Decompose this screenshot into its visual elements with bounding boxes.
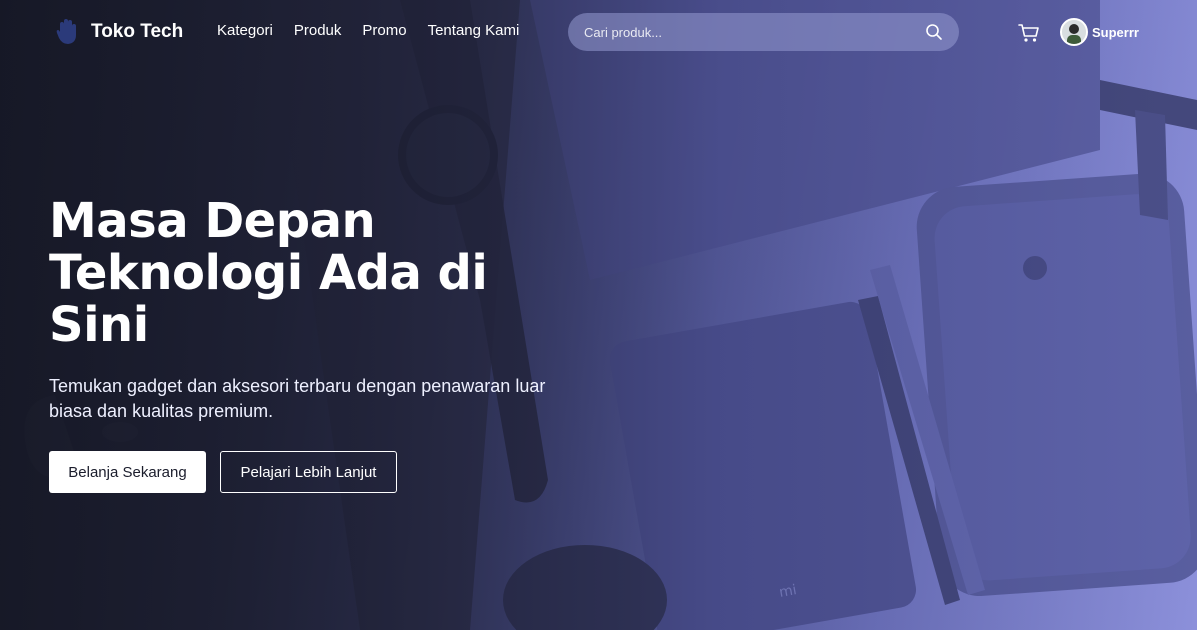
search-bar — [568, 13, 959, 51]
nav-link-kategori[interactable]: Kategori — [217, 22, 273, 39]
nav-link-produk[interactable]: Produk — [294, 22, 342, 39]
username: Superrr — [1092, 24, 1139, 40]
nav-links: Kategori Produk Promo Tentang Kami — [217, 22, 519, 39]
hero-subtext: Temukan gadget dan aksesori terbaru deng… — [49, 376, 546, 421]
hero-section: mi Toko Tech Kategori Produk Promo Tenta… — [0, 0, 1197, 630]
user-avatar — [1060, 18, 1088, 46]
search-input[interactable] — [584, 24, 925, 40]
learn-more-button[interactable]: Pelajari Lebih Lanjut — [220, 451, 397, 493]
shop-now-button[interactable]: Belanja Sekarang — [49, 451, 206, 493]
search-icon[interactable] — [925, 23, 943, 41]
nav-link-promo[interactable]: Promo — [362, 22, 406, 39]
nav-link-tentang-kami[interactable]: Tentang Kami — [428, 22, 520, 39]
navbar: Toko Tech Kategori Produk Promo Tentang … — [0, 0, 1197, 64]
cart-icon[interactable] — [1018, 22, 1040, 44]
hero-headline: Masa Depan Teknologi Ada di Sini — [49, 193, 488, 353]
logo[interactable]: Toko Tech — [55, 18, 183, 46]
user-menu[interactable]: Superrr — [1060, 18, 1139, 46]
brand-name: Toko Tech — [91, 21, 184, 42]
hand-logo-icon — [56, 19, 76, 44]
